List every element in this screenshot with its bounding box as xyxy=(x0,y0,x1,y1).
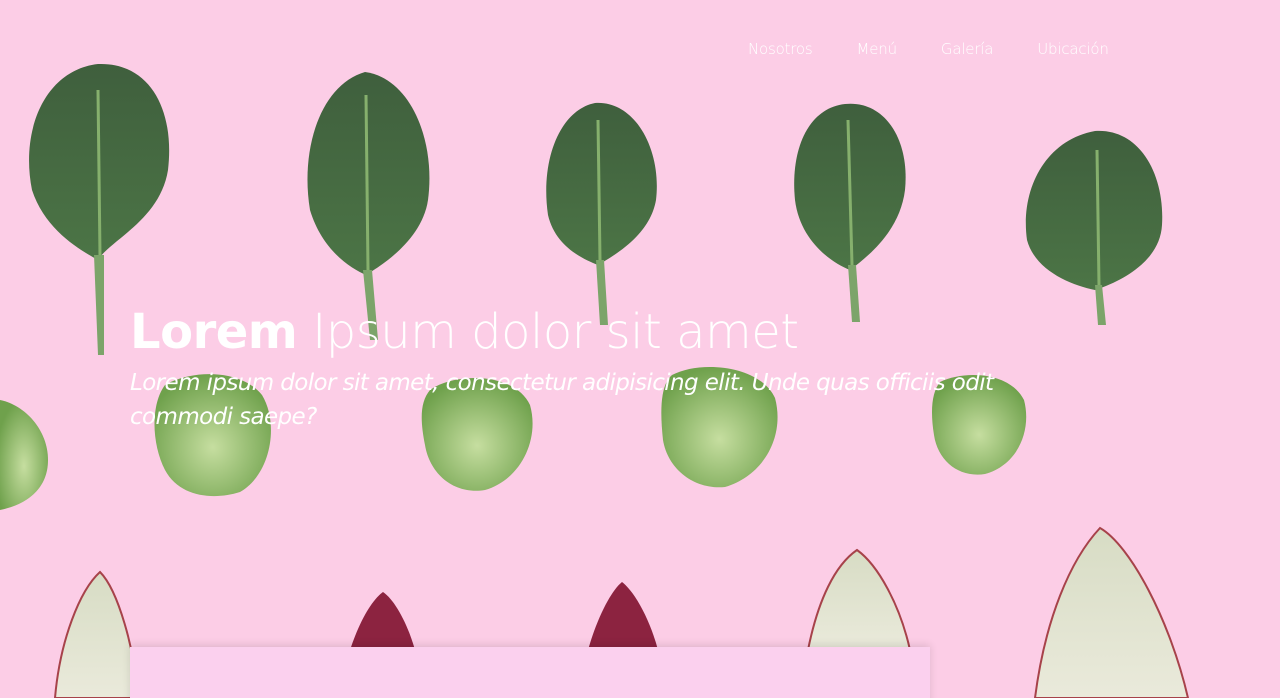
hero-title: Lorem Ipsum dolor sit amet xyxy=(130,300,799,364)
nav-link-galeria[interactable]: Galería xyxy=(941,38,994,60)
hero-title-rest: Ipsum dolor sit amet xyxy=(297,304,799,360)
hero-section: Nosotros Menú Galería Ubicación Lorem Ip… xyxy=(0,0,1280,698)
nav-link-nosotros[interactable]: Nosotros xyxy=(748,38,813,60)
content-card xyxy=(130,647,930,698)
nav-link-menu[interactable]: Menú xyxy=(857,38,898,60)
main-nav: Nosotros Menú Galería Ubicación xyxy=(748,38,1153,60)
nav-link-ubicacion[interactable]: Ubicación xyxy=(1037,38,1109,60)
hero-title-bold: Lorem xyxy=(130,304,298,360)
hero-subtitle: Lorem ipsum dolor sit amet, consectetur … xyxy=(130,370,994,430)
